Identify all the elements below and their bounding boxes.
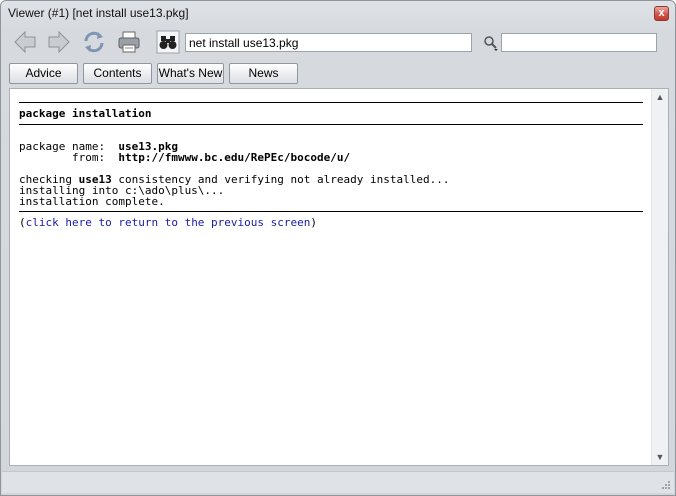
close-button[interactable]: x [654,6,669,21]
vertical-scrollbar[interactable]: ▲ ▼ [651,89,668,465]
whats-new-button[interactable]: What's New [157,63,224,84]
package-from-label: from: [19,151,119,164]
printer-icon [118,31,140,53]
status-bar [2,471,674,493]
search-icon[interactable] [482,34,500,52]
refresh-button[interactable] [81,29,107,55]
toolbar [1,27,675,59]
command-input[interactable] [185,33,472,52]
print-button[interactable] [116,29,142,55]
section-heading: package installation [19,107,152,120]
news-button[interactable]: News [229,63,298,84]
scroll-down-icon[interactable]: ▼ [655,452,665,462]
resize-grip-icon[interactable] [661,480,671,490]
contents-button[interactable]: Contents [83,63,152,84]
scroll-up-icon[interactable]: ▲ [655,92,665,102]
return-open: ( [19,216,26,229]
return-line: (click here to return to the previous sc… [19,217,643,228]
refresh-icon [84,31,104,53]
forward-arrow-icon [48,30,70,54]
search-input[interactable] [501,33,657,52]
package-from-line: from: http://fmwww.bc.edu/RePEc/bocode/u… [19,152,643,163]
return-close: ) [310,216,318,229]
viewer-window: Viewer (#1) [net install use13.pkg] x ne… [0,0,676,496]
binoculars-icon [156,30,180,54]
return-link[interactable]: click here to return to the previous scr… [26,216,311,229]
advice-button[interactable]: Advice [9,63,78,84]
back-button[interactable] [12,29,38,55]
forward-button[interactable] [46,29,72,55]
back-arrow-icon [14,30,36,54]
window-title: Viewer (#1) [net install use13.pkg] [8,6,189,20]
package-from-value: http://fmwww.bc.edu/RePEc/bocode/u/ [118,151,351,164]
complete-line: installation complete. [19,195,165,208]
title-bar[interactable]: Viewer (#1) [net install use13.pkg] x [1,1,675,25]
viewer-content: package installation package name: use13… [9,88,669,466]
find-button[interactable] [155,29,181,55]
nav-bar: Advice Contents What's New News [1,61,675,85]
document-body: package installation package name: use13… [19,102,643,228]
